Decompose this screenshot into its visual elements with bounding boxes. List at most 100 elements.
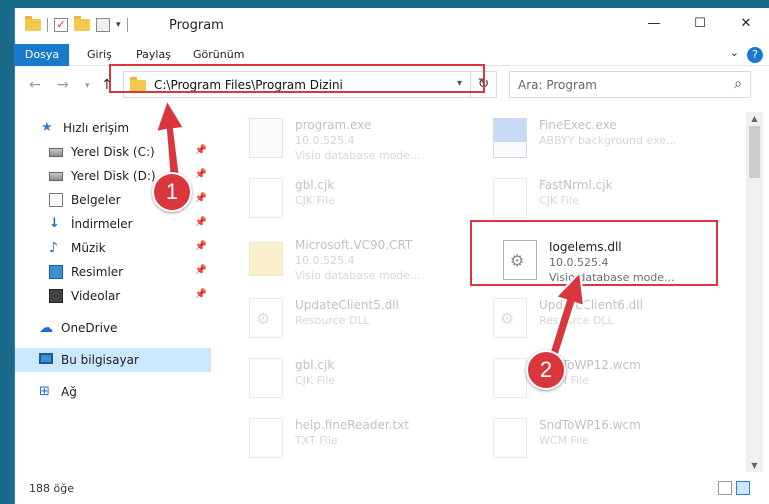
disk-icon bbox=[49, 172, 63, 181]
file-item[interactable]: gbl.cjk CJK File bbox=[241, 354, 471, 410]
new-folder-icon[interactable] bbox=[74, 16, 90, 31]
tab-share[interactable]: Paylaş bbox=[136, 44, 171, 66]
sidebar-item-this-pc[interactable]: Bu bilgisayar bbox=[15, 348, 211, 372]
scroll-down-icon[interactable]: ▼ bbox=[746, 461, 763, 470]
pin-icon[interactable]: 📌 bbox=[195, 265, 207, 276]
file-item[interactable]: help.fineReader.txt TXT File bbox=[241, 414, 471, 470]
file-name: gbl.cjk bbox=[295, 178, 335, 192]
file-name: help.fineReader.txt bbox=[295, 418, 409, 432]
sidebar-item-network[interactable]: ⊞ Ağ bbox=[15, 380, 211, 404]
sidebar-item-label: Resimler bbox=[71, 265, 124, 279]
chevron-down-icon[interactable]: ▾ bbox=[116, 20, 121, 30]
file-type: CJK File bbox=[295, 194, 336, 207]
sidebar-item-label: Belgeler bbox=[71, 193, 121, 207]
details-view-icon[interactable] bbox=[718, 481, 732, 495]
dll-file-icon bbox=[493, 298, 527, 338]
window-controls: — ☐ ✕ bbox=[631, 8, 769, 40]
sidebar-item-label: Yerel Disk (C:) bbox=[71, 145, 155, 159]
file-icon bbox=[249, 358, 283, 398]
step-badge-2: 2 bbox=[526, 350, 566, 390]
vertical-scrollbar[interactable]: ▲ ▼ bbox=[746, 112, 763, 472]
sidebar-item-videos[interactable]: Videolar 📌 bbox=[15, 284, 211, 308]
exe-file-icon bbox=[493, 118, 527, 158]
customize-icon[interactable] bbox=[96, 18, 110, 32]
separator bbox=[47, 18, 48, 32]
sidebar-item-music[interactable]: ♪ Müzik 📌 bbox=[15, 236, 211, 260]
minimize-button[interactable]: — bbox=[631, 8, 677, 40]
recent-dropdown-icon[interactable]: ▾ bbox=[85, 81, 90, 91]
help-icon[interactable]: ? bbox=[747, 47, 763, 63]
file-type: CJK File bbox=[295, 374, 336, 387]
file-item[interactable]: UpdateClient6.dll Resource DLL bbox=[485, 294, 715, 350]
file-highlight-box bbox=[470, 220, 718, 286]
ribbon-expand-icon[interactable]: ⌄ bbox=[730, 46, 739, 59]
pin-icon[interactable]: 📌 bbox=[195, 169, 207, 180]
sidebar-item-local-disk-c[interactable]: Yerel Disk (C:) 📌 bbox=[15, 140, 211, 164]
file-item[interactable]: Microsoft.VC90.CRT 10.0.525.4 Visio data… bbox=[241, 234, 471, 290]
file-type: ABBYY background exe... bbox=[539, 134, 677, 147]
file-name: FastNrml.cjk bbox=[539, 178, 613, 192]
sidebar-item-pictures[interactable]: Resimler 📌 bbox=[15, 260, 211, 284]
sidebar-item-onedrive[interactable]: ☁ OneDrive bbox=[15, 316, 211, 340]
close-button[interactable]: ✕ bbox=[723, 8, 769, 40]
file-type: Resource DLL bbox=[539, 314, 614, 327]
pin-icon[interactable]: 📌 bbox=[195, 193, 207, 204]
file-item[interactable]: SndToWP12.wcm WCM File bbox=[485, 354, 715, 410]
pin-icon[interactable]: 📌 bbox=[195, 241, 207, 252]
address-highlight-box bbox=[109, 64, 485, 93]
file-name: Microsoft.VC90.CRT bbox=[295, 238, 413, 252]
file-icon bbox=[493, 418, 527, 458]
file-version: 10.0.525.4 bbox=[295, 134, 355, 147]
sidebar-item-downloads[interactable]: ↓ İndirmeler 📌 bbox=[15, 212, 211, 236]
properties-check-icon[interactable]: ✓ bbox=[54, 18, 68, 32]
star-icon: ★ bbox=[41, 120, 53, 135]
item-count: 188 öğe bbox=[29, 482, 74, 495]
folder-icon[interactable] bbox=[25, 16, 41, 31]
computer-icon bbox=[39, 353, 53, 364]
search-box[interactable]: Ara: Program ⌕ bbox=[509, 71, 751, 98]
file-description: Visio database mode... bbox=[295, 149, 421, 162]
quick-access-toolbar: ✓ ▾ bbox=[25, 16, 128, 32]
file-item[interactable]: SndToWP16.wcm WCM File bbox=[485, 414, 715, 470]
scroll-thumb[interactable] bbox=[749, 126, 760, 178]
sidebar-item-quick-access[interactable]: ★ Hızlı erişim bbox=[15, 116, 211, 140]
cloud-icon: ☁ bbox=[39, 320, 53, 336]
pin-icon[interactable]: 📌 bbox=[195, 145, 207, 156]
file-item[interactable]: UpdateClient5.dll Resource DLL bbox=[241, 294, 471, 350]
file-type: WCM File bbox=[539, 434, 589, 447]
tiles-view-icon[interactable] bbox=[736, 481, 750, 495]
sidebar-item-label: İndirmeler bbox=[71, 217, 133, 231]
file-list: program.exe 10.0.525.4 Visio database mo… bbox=[215, 112, 745, 472]
file-item[interactable]: program.exe 10.0.525.4 Visio database mo… bbox=[241, 114, 471, 170]
file-item[interactable]: gbl.cjk CJK File bbox=[241, 174, 471, 230]
tab-view[interactable]: Görünüm bbox=[193, 44, 244, 66]
forward-icon[interactable]: → bbox=[57, 77, 69, 93]
sidebar-item-label: Videolar bbox=[71, 289, 121, 303]
music-icon: ♪ bbox=[49, 240, 58, 256]
back-icon[interactable]: ← bbox=[29, 77, 41, 93]
sidebar-item-label: Bu bilgisayar bbox=[61, 353, 139, 367]
step-badge-1: 1 bbox=[152, 172, 192, 212]
file-item[interactable]: FineExec.exe ABBYY background exe... bbox=[485, 114, 715, 170]
scroll-up-icon[interactable]: ▲ bbox=[746, 114, 763, 123]
file-icon bbox=[493, 358, 527, 398]
file-type: TXT File bbox=[295, 434, 338, 447]
file-name: UpdateClient6.dll bbox=[539, 298, 643, 312]
separator bbox=[126, 18, 128, 32]
file-icon bbox=[493, 178, 527, 218]
search-icon[interactable]: ⌕ bbox=[734, 76, 742, 92]
pin-icon[interactable]: 📌 bbox=[195, 289, 207, 300]
sidebar-item-label: Yerel Disk (D:) bbox=[71, 169, 156, 183]
search-placeholder[interactable]: Ara: Program bbox=[518, 78, 597, 92]
sidebar-item-label: Müzik bbox=[71, 241, 106, 255]
file-type: CJK File bbox=[539, 194, 580, 207]
status-bar: 188 öğe bbox=[15, 474, 769, 504]
pin-icon[interactable]: 📌 bbox=[195, 217, 207, 228]
maximize-button[interactable]: ☐ bbox=[677, 8, 723, 40]
tab-home[interactable]: Giriş bbox=[87, 44, 112, 66]
download-icon: ↓ bbox=[49, 216, 60, 231]
exe-file-icon bbox=[249, 118, 283, 158]
file-icon bbox=[249, 418, 283, 458]
tab-file[interactable]: Dosya bbox=[15, 44, 69, 66]
file-icon bbox=[249, 178, 283, 218]
